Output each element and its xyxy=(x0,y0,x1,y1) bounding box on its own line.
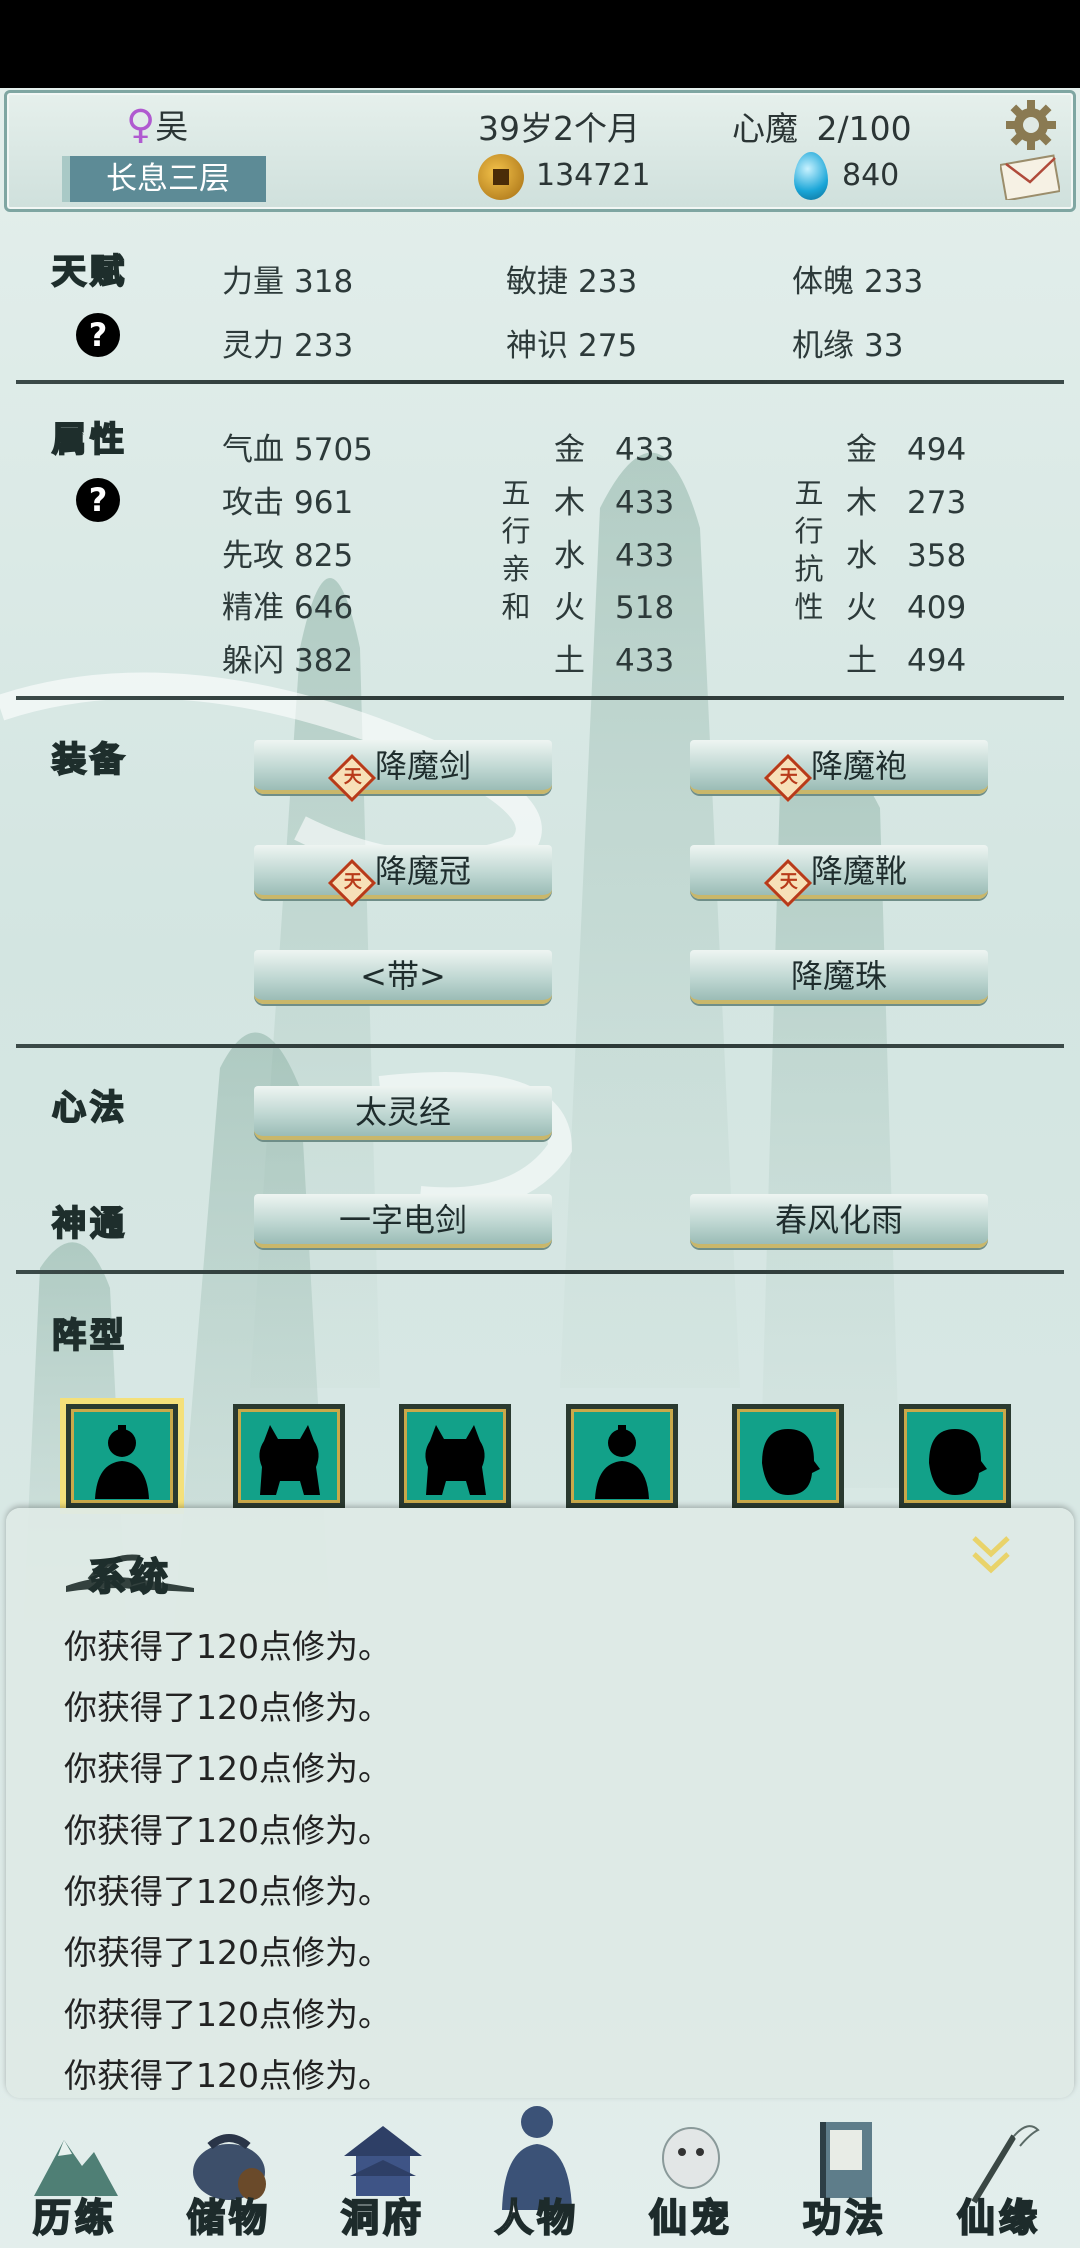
attributes-section-label: 属性 xyxy=(51,419,128,461)
ghost-silhouette-icon xyxy=(929,1429,987,1495)
talent-stat-spirit-power: 灵力 233 xyxy=(222,328,354,364)
system-message: 你获得了120点修为。 xyxy=(64,1749,391,1788)
settings-gear-icon[interactable] xyxy=(1004,98,1058,152)
human-silhouette-icon xyxy=(595,1425,649,1499)
female-gender-icon: ♀ xyxy=(126,102,156,148)
system-message: 你获得了120点修为。 xyxy=(64,1688,391,1727)
attr-stat-accuracy: 精准 646 xyxy=(222,590,354,626)
talent-stat-strength: 力量 318 xyxy=(222,264,354,300)
attr-stat-dodge: 躲闪 382 xyxy=(222,643,354,679)
nav-item-storage[interactable]: 储物 xyxy=(154,2100,304,2248)
nav-item-immortal-fate[interactable]: 仙缘 xyxy=(924,2100,1074,2248)
attr-stat-initiative: 先攻 825 xyxy=(222,538,354,574)
resist-fire: 火 409 xyxy=(846,590,967,626)
spirit-stone-amount: 840 xyxy=(842,158,900,193)
cultivation-realm-badge: 长息三层 xyxy=(62,156,266,202)
status-bar xyxy=(0,0,1080,88)
formation-slot-2[interactable] xyxy=(233,1404,345,1508)
beast-silhouette-icon xyxy=(425,1425,486,1495)
beast-silhouette-icon xyxy=(259,1425,320,1495)
copper-coin-icon xyxy=(478,154,524,200)
talent-stat-physique: 体魄 233 xyxy=(792,264,924,300)
system-panel-title: 系统 xyxy=(87,1553,173,1600)
formation-slot-1[interactable] xyxy=(60,1398,184,1514)
nav-item-spirit-pet[interactable]: 仙宠 xyxy=(616,2100,766,2248)
resist-water: 水 358 xyxy=(846,538,967,574)
character-name-row: ♀吴 xyxy=(126,100,188,148)
formation-slot-3[interactable] xyxy=(399,1404,511,1508)
system-message: 你获得了120点修为。 xyxy=(64,1933,391,1972)
talent-stat-fortune: 机缘 33 xyxy=(792,328,904,364)
inner-demon-value: 2/100 xyxy=(816,109,912,148)
formation-slot-6[interactable] xyxy=(899,1404,1011,1508)
section-divider xyxy=(16,1044,1064,1048)
formation-section-label: 阵型 xyxy=(51,1315,128,1357)
equip-slot-weapon[interactable]: 天降魔剑 xyxy=(254,740,552,803)
nav-item-character[interactable]: 人物 xyxy=(462,2100,612,2248)
system-message: 你获得了120点修为。 xyxy=(64,1872,391,1911)
character-age: 39岁2个月 xyxy=(478,109,640,148)
equip-slot-robe[interactable]: 天降魔袍 xyxy=(690,740,988,803)
collapse-chevron-down-icon[interactable] xyxy=(970,1532,1012,1578)
system-message: 你获得了120点修为。 xyxy=(64,1995,391,2034)
talent-help-button[interactable]: ? xyxy=(76,313,120,357)
affinity-wood: 木 433 xyxy=(554,485,675,521)
inner-demon-stat: 心魔 2/100 xyxy=(732,102,912,150)
mind-method-section-label: 心法 xyxy=(51,1087,128,1129)
system-message: 你获得了120点修为。 xyxy=(64,1811,391,1850)
resist-wood: 木 273 xyxy=(846,485,967,521)
divine-power-slot-2[interactable]: 春风化雨 xyxy=(690,1194,988,1248)
affinity-metal: 金 433 xyxy=(554,432,675,468)
section-divider xyxy=(16,1270,1064,1274)
attributes-help-button[interactable]: ? xyxy=(76,478,120,522)
five-element-affinity-label: 五行亲和 xyxy=(501,476,531,624)
talent-stat-agility: 敏捷 233 xyxy=(506,264,638,300)
formation-slot-5[interactable] xyxy=(732,1404,844,1508)
character-name: 吴 xyxy=(155,107,189,146)
talent-section-label: 天赋 xyxy=(51,251,128,293)
equip-slot-crown[interactable]: 天降魔冠 xyxy=(254,845,552,908)
system-message: 你获得了120点修为。 xyxy=(64,2056,391,2095)
formation-slot-4[interactable] xyxy=(566,1404,678,1508)
equip-slot-bead[interactable]: 降魔珠 xyxy=(690,950,988,1004)
nav-item-techniques[interactable]: 功法 xyxy=(770,2100,920,2248)
mail-envelope-icon[interactable] xyxy=(999,154,1061,202)
resist-metal: 金 494 xyxy=(846,432,967,468)
affinity-water: 水 433 xyxy=(554,538,675,574)
nav-item-cave-dwelling[interactable]: 洞府 xyxy=(308,2100,458,2248)
bottom-navigation: 历练 储物 洞府 人物 仙宠 功法 仙缘 xyxy=(0,2100,1080,2248)
affinity-earth: 土 433 xyxy=(554,643,675,679)
talent-stat-divine-sense: 神识 275 xyxy=(506,328,638,364)
inner-demon-label: 心魔 xyxy=(732,109,798,148)
equip-slot-belt[interactable]: <带> xyxy=(254,950,552,1004)
five-element-resistance-label: 五行抗性 xyxy=(794,476,824,624)
ghost-silhouette-icon xyxy=(762,1429,820,1495)
mind-method-slot[interactable]: 太灵经 xyxy=(254,1086,552,1140)
attr-stat-hp: 气血 5705 xyxy=(222,432,373,468)
human-silhouette-icon xyxy=(95,1425,149,1499)
coin-amount: 134721 xyxy=(536,158,651,193)
equip-slot-boots[interactable]: 天降魔靴 xyxy=(690,845,988,908)
section-divider xyxy=(16,380,1064,384)
equipment-section-label: 装备 xyxy=(51,739,128,781)
resist-earth: 土 494 xyxy=(846,643,967,679)
divine-power-slot-1[interactable]: 一字电剑 xyxy=(254,1194,552,1248)
divine-power-section-label: 神通 xyxy=(51,1203,128,1245)
system-message: 你获得了120点修为。 xyxy=(64,1627,391,1666)
affinity-fire: 火 518 xyxy=(554,590,675,626)
attr-stat-attack: 攻击 961 xyxy=(222,485,354,521)
section-divider xyxy=(16,696,1064,700)
nav-item-training[interactable]: 历练 xyxy=(0,2100,150,2248)
